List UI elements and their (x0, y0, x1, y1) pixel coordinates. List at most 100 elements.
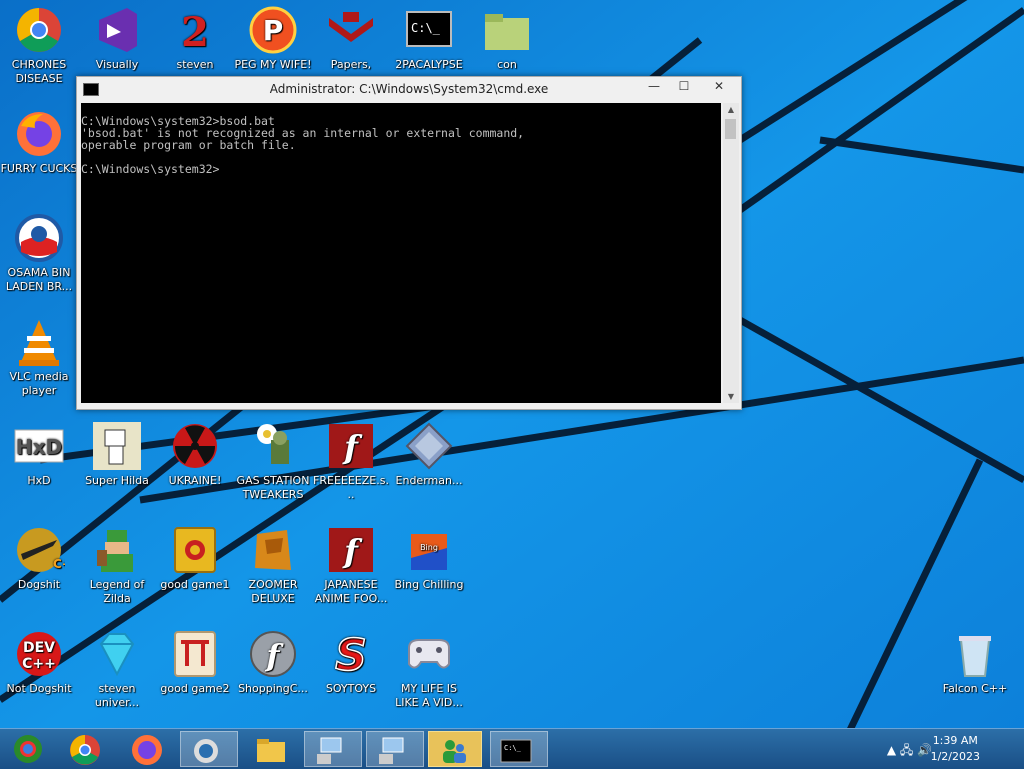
desktop-icon[interactable]: Papers, (312, 4, 390, 72)
cmd-titlebar[interactable]: Administrator: C:\Windows\System32\cmd.e… (77, 77, 741, 101)
console-output[interactable]: C:\Windows\system32>bsod.bat 'bsod.bat' … (81, 103, 721, 403)
scroll-down-arrow-icon[interactable]: ▼ (723, 392, 739, 401)
close-button[interactable]: ✕ (701, 77, 737, 95)
torii-mahjong-icon (174, 631, 216, 677)
minimize-button[interactable]: — (639, 77, 669, 95)
desktop-icon[interactable]: f FREEEEEZE.s... (312, 420, 390, 502)
chrome-icon (70, 735, 100, 765)
users-icon (443, 740, 466, 763)
explorer-taskbar-button[interactable] (246, 731, 298, 767)
desktop-icon[interactable]: VLC media player (0, 316, 78, 398)
desktop-icon-label: good game1 (160, 578, 230, 591)
photo-taskbar-button[interactable] (180, 731, 238, 767)
desktop-icon[interactable]: CHRONES DISEASE (0, 4, 78, 86)
scroll-thumb[interactable] (725, 119, 736, 139)
desktop-icon-label: SOYTOYS (325, 682, 377, 695)
desktop-icon-label: CHRONES DISEASE (11, 58, 67, 85)
maximize-button[interactable]: ☐ (669, 77, 699, 95)
chrome-taskbar-button[interactable] (60, 731, 112, 767)
diamond-icon (405, 422, 453, 470)
network-taskbar-button-1[interactable] (304, 731, 362, 767)
vlc-icon (19, 320, 59, 366)
desktop-icon[interactable]: P PEG MY WIFE! (234, 4, 312, 72)
firefox-icon (17, 112, 61, 156)
desktop-icon-label: Not Dogshit (6, 682, 72, 695)
link-sprite-icon (97, 530, 133, 572)
start-button[interactable] (4, 731, 50, 767)
desktop-icon-label: ZOOMER DELUXE (248, 578, 298, 605)
system-tray[interactable]: ▲ 🖧 🔊 (887, 741, 932, 762)
desktop-icon[interactable]: steven univer... (78, 628, 156, 710)
desktop-icon[interactable]: con (468, 4, 546, 72)
taskbar: C:\_ ▲ 🖧 🔊 1:39 AM 1/2/2023 (0, 728, 1024, 769)
radiation-icon (173, 424, 217, 468)
soytoys-icon: S (334, 629, 367, 680)
network-computer-icon (379, 737, 404, 764)
obama-logo-icon (15, 214, 63, 262)
firefox-taskbar-button[interactable] (122, 731, 174, 767)
flash-icon: f (329, 528, 373, 572)
desktop-icon[interactable]: ZOOMER DELUXE (234, 524, 312, 606)
svg-text:2: 2 (181, 9, 209, 56)
photo-viewer-icon (194, 739, 218, 763)
desktop-icon[interactable]: Enderman... (390, 420, 468, 488)
desktop-icon[interactable]: Visually (78, 4, 156, 72)
papers-please-icon (329, 12, 373, 42)
console-scrollbar[interactable]: ▲ ▼ (723, 103, 739, 403)
desktop-icon[interactable]: GAS STATION TWEAKERS (234, 420, 312, 502)
mahjong-icon (174, 527, 216, 573)
folder-icon (257, 739, 285, 762)
clock-date: 1/2/2023 (930, 750, 980, 763)
desktop-icon[interactable]: C++ Dogshit (0, 524, 78, 592)
start-orb-icon (14, 735, 42, 763)
desktop-icon-label: Dogshit (17, 578, 61, 591)
svg-text:C:\_: C:\_ (504, 744, 522, 752)
desktop-icon[interactable]: Bing Bing Chilling (390, 524, 468, 592)
desktop-icon[interactable]: MY LIFE IS LIKE A VID... (390, 628, 468, 710)
svg-text:C++: C++ (22, 656, 56, 672)
gamepad-icon (408, 639, 450, 669)
desktop-icon-label: 2PACALYPSE (395, 58, 463, 71)
desktop-icon-label: VLC media player (9, 370, 69, 397)
peg-icon: P (249, 6, 297, 54)
svg-text:P: P (263, 14, 284, 47)
scroll-up-arrow-icon[interactable]: ▲ (723, 105, 739, 114)
desktop-icon[interactable]: good game2 (156, 628, 234, 696)
desktop-icon-label: steven (176, 58, 214, 71)
bing-chilling-icon: Bing (411, 534, 447, 570)
desktop-icon-label: FURRY CUCKS (0, 162, 78, 175)
desktop-icon[interactable]: DEV C++ Not Dogshit (0, 628, 78, 696)
zoomer-icon (255, 530, 291, 570)
cmd-window[interactable]: Administrator: C:\Windows\System32\cmd.e… (76, 76, 742, 410)
desktop-icon[interactable]: OSAMA BIN LADEN BR... (0, 212, 78, 294)
network-taskbar-button-2[interactable] (366, 731, 424, 767)
desktop-icon-label: con (497, 58, 517, 71)
steven-icon: 2 (181, 9, 209, 56)
desktop-icon[interactable]: 2 steven (156, 4, 234, 72)
desktop-icon-label: GAS STATION TWEAKERS (236, 474, 310, 501)
desktop-icon[interactable]: UKRAINE! (156, 420, 234, 488)
super-hilda-icon (93, 422, 141, 470)
desktop-icon[interactable]: FURRY CUCKS (0, 108, 78, 176)
firefox-icon (132, 735, 162, 765)
desktop-icon[interactable]: S SOYTOYS (312, 628, 390, 696)
clock[interactable]: 1:39 AM 1/2/2023 (931, 733, 980, 765)
recycle-bin-icon (959, 636, 991, 677)
svg-text:C++: C++ (53, 557, 65, 571)
desktop-icon[interactable]: Legend of Zilda (78, 524, 156, 606)
desktop-icon[interactable]: Falcon C++ (936, 628, 1014, 696)
desktop-icon-label: Visually (95, 58, 139, 71)
cmd-icon: C:\_ (500, 739, 532, 763)
desktop-icon-label: Bing Chilling (394, 578, 464, 591)
desktop-icon[interactable]: good game1 (156, 524, 234, 592)
cmd-taskbar-button[interactable]: C:\_ (490, 731, 548, 767)
desktop-icon[interactable]: Super Hilda (78, 420, 156, 488)
cmd-icon: C:\_ (406, 11, 452, 47)
desktop-icon[interactable]: f JAPANESE ANIME FOO... (312, 524, 390, 606)
desktop-icon[interactable]: f ShoppingC... (234, 628, 312, 696)
desktop-icon[interactable]: C:\_ 2PACALYPSE (390, 4, 468, 72)
users-taskbar-button[interactable] (428, 731, 482, 767)
desktop-icon[interactable]: HxD HxD (0, 420, 78, 488)
desktop-icon-label: UKRAINE! (168, 474, 222, 487)
svg-text:S: S (335, 630, 367, 680)
